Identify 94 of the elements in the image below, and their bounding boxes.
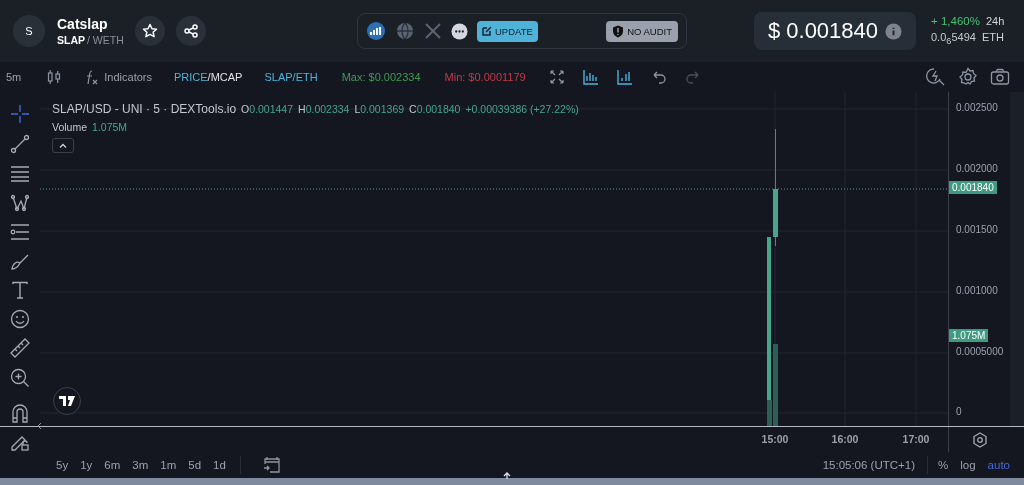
price-axis-label: 0.001000 bbox=[956, 285, 998, 296]
volume-tag: 1.075M bbox=[949, 329, 989, 342]
eth-unit: ETH bbox=[981, 31, 1004, 46]
price-mode-toggle[interactable]: /MCAP bbox=[207, 71, 243, 83]
range-button[interactable]: 5d bbox=[188, 459, 202, 471]
hlines-tool[interactable] bbox=[9, 163, 31, 183]
collapse-button[interactable] bbox=[52, 138, 74, 153]
price-value: $ 0.001840 bbox=[767, 18, 879, 44]
fullscreen-icon[interactable] bbox=[548, 69, 565, 85]
star-icon bbox=[142, 23, 158, 39]
ohlc-value: L0.001369 bbox=[354, 103, 405, 115]
pattern-tool[interactable] bbox=[9, 192, 31, 213]
text-tool[interactable] bbox=[9, 281, 31, 299]
price-mode-toggle[interactable]: PRICE bbox=[174, 71, 208, 83]
token-avatar: S bbox=[13, 15, 45, 47]
scale-toggle[interactable]: log bbox=[960, 459, 976, 471]
pattern-icon bbox=[10, 192, 30, 213]
timeframe-button[interactable]: 5m bbox=[6, 71, 22, 83]
scale-toggle[interactable]: % bbox=[938, 459, 949, 471]
parallel-lines-icon bbox=[10, 163, 30, 183]
price-change: + 1,460% bbox=[931, 15, 980, 28]
calendar-icon[interactable] bbox=[262, 456, 281, 474]
range-button[interactable]: 3m bbox=[132, 459, 149, 471]
magnet-tool[interactable] bbox=[9, 402, 31, 423]
range-button[interactable]: 1y bbox=[80, 459, 93, 471]
time-axis-label: 16:00 bbox=[830, 433, 860, 445]
text-tool-icon bbox=[11, 281, 29, 299]
edit-icon bbox=[482, 26, 492, 36]
zoom-tool[interactable] bbox=[9, 367, 31, 388]
last-price-tag: 0.001840 bbox=[949, 181, 997, 194]
scale-toggle[interactable]: auto bbox=[987, 459, 1010, 471]
audit-badge: NO AUDIT bbox=[606, 20, 678, 42]
chevron-up-icon bbox=[59, 143, 67, 148]
min-price: Min: $0.0001179 bbox=[444, 71, 526, 83]
update-button[interactable]: UPDATE bbox=[477, 20, 538, 42]
more-icon[interactable] bbox=[451, 22, 468, 40]
crosshair-tool[interactable] bbox=[9, 104, 31, 124]
token-name: Catslap bbox=[57, 16, 109, 32]
logo-icon[interactable] bbox=[53, 387, 81, 415]
smiley-icon bbox=[10, 308, 30, 329]
pair-base: SLAP bbox=[57, 34, 85, 46]
volume-label: Volume bbox=[52, 121, 88, 133]
chart-logo-icon[interactable] bbox=[366, 21, 386, 41]
candles-icon[interactable] bbox=[47, 69, 62, 85]
change-period: 24h bbox=[985, 15, 1005, 28]
globe-icon[interactable] bbox=[395, 21, 415, 41]
range-button[interactable]: 1d bbox=[213, 459, 226, 471]
indicators-button[interactable]: Indicators bbox=[85, 69, 152, 85]
trendline-tool[interactable] bbox=[9, 133, 31, 154]
price-axis-label: 0 bbox=[956, 406, 962, 417]
range-button[interactable]: 6m bbox=[104, 459, 121, 471]
price-change-value: +0.00039386 (+27.22%) bbox=[465, 103, 579, 115]
pair-toggle[interactable]: SLAP/ETH bbox=[264, 71, 318, 83]
trend-line-icon bbox=[10, 133, 30, 154]
emoji-tool[interactable] bbox=[9, 308, 31, 329]
time-axis-label: 17:00 bbox=[901, 433, 931, 445]
share-icon bbox=[184, 24, 198, 38]
range-button[interactable]: 5y bbox=[56, 459, 69, 471]
share-button[interactable] bbox=[176, 16, 206, 46]
settings-icon[interactable] bbox=[958, 67, 978, 87]
magnet-icon bbox=[11, 402, 29, 423]
camera-icon[interactable] bbox=[990, 68, 1010, 86]
time-axis-label: 15:00 bbox=[760, 433, 790, 445]
zoom-in-icon bbox=[10, 367, 30, 388]
range-button[interactable]: 1m bbox=[160, 459, 177, 471]
price-axis-label: 0.0005000 bbox=[956, 346, 1004, 357]
arrow-up-icon[interactable] bbox=[503, 472, 511, 479]
clock-time: 15:05:06 (UTC+1) bbox=[822, 459, 915, 471]
axis-settings-icon[interactable] bbox=[972, 431, 988, 448]
info-icon[interactable] bbox=[885, 22, 903, 40]
price-axis-label: 0.001500 bbox=[956, 224, 998, 235]
favorite-button[interactable] bbox=[135, 16, 165, 46]
alert-search-icon[interactable] bbox=[926, 67, 946, 87]
volume-value: 1.075M bbox=[92, 121, 128, 133]
price-axis-label: 0.002500 bbox=[956, 102, 998, 113]
bar-chart-icon[interactable] bbox=[616, 69, 633, 85]
function-icon bbox=[85, 69, 100, 85]
depth-chart-icon[interactable] bbox=[582, 69, 599, 85]
pair-quote: / WETH bbox=[87, 34, 124, 46]
ohlc-value: O0.001447 bbox=[241, 103, 294, 115]
ohlc-value: C0.001840 bbox=[409, 103, 461, 115]
chevron-left-icon[interactable] bbox=[37, 422, 42, 430]
ohlc-value: H0.002334 bbox=[298, 103, 350, 115]
fib-tool[interactable] bbox=[9, 222, 31, 242]
price-axis-label: 0.002000 bbox=[956, 163, 998, 174]
max-price: Max: $0.002334 bbox=[341, 71, 421, 83]
x-logo-icon[interactable] bbox=[424, 22, 442, 40]
ruler-icon bbox=[10, 338, 30, 358]
fibonacci-icon bbox=[10, 222, 30, 242]
eth-price: 0.0$_{6}$5494 bbox=[931, 31, 976, 47]
shield-icon bbox=[612, 24, 625, 38]
ruler-tool[interactable] bbox=[9, 338, 31, 358]
crosshair-icon bbox=[10, 104, 30, 124]
chart-title: SLAP/USD - UNI · 5 · DEXTools.io bbox=[52, 102, 237, 116]
